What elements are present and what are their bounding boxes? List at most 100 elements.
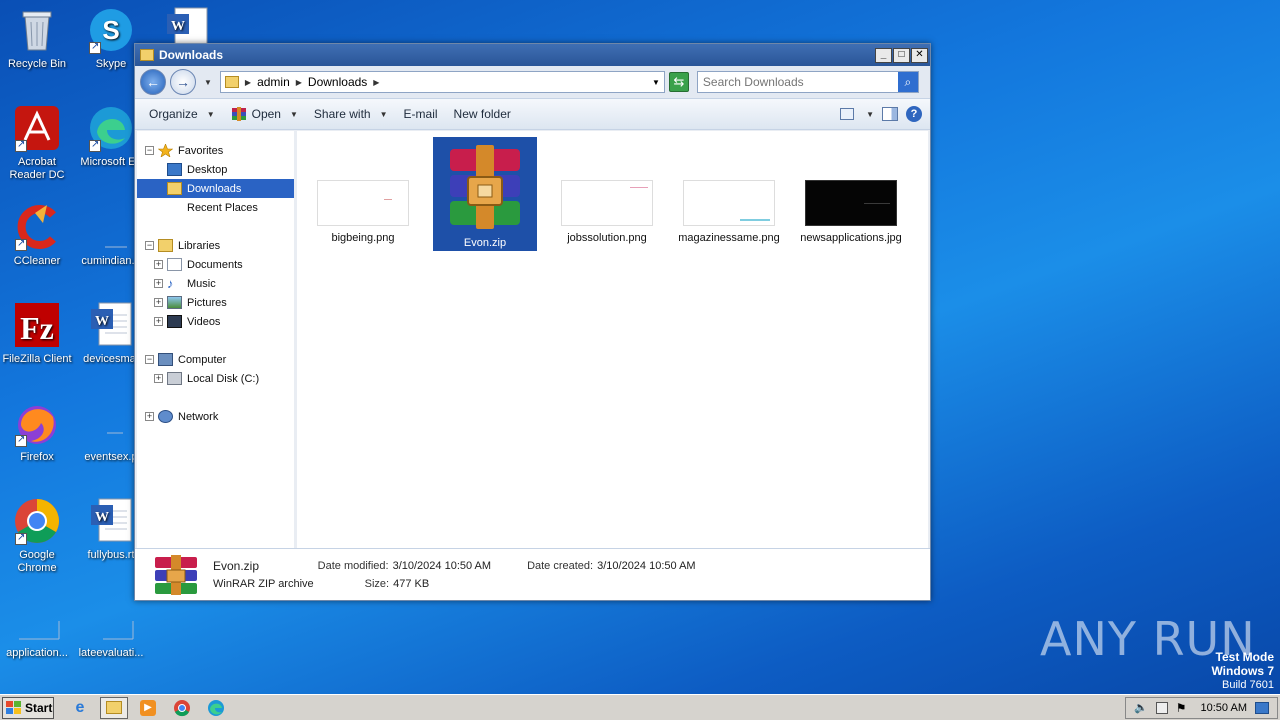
desktop-icon-ccleaner[interactable]: CCleaner <box>0 203 74 268</box>
preview-pane-icon[interactable] <box>882 107 898 121</box>
breadcrumb-admin[interactable]: admin <box>257 75 290 89</box>
volume-icon[interactable]: 🔈 <box>1134 701 1148 714</box>
nav-recent-places[interactable]: Recent Places <box>137 198 294 217</box>
taskbar-chrome[interactable] <box>168 697 196 719</box>
folder-icon <box>140 49 154 61</box>
search-icon[interactable]: ⌕ <box>897 72 918 92</box>
share-with-button[interactable]: Share with ▼ <box>308 102 394 126</box>
desktop-icon-acrobat[interactable]: Acrobat Reader DC <box>0 104 74 182</box>
chrome-icon <box>13 497 61 545</box>
nav-pictures[interactable]: + Pictures <box>137 293 294 312</box>
image-thumbnail <box>561 180 653 226</box>
nav-music[interactable]: + ♪ Music <box>137 274 294 293</box>
nav-local-disk[interactable]: + Local Disk (C:) <box>137 369 294 388</box>
change-view-icon[interactable] <box>840 108 855 120</box>
details-file-name: Evon.zip <box>213 558 260 573</box>
chevron-right-icon[interactable]: ▶ <box>296 78 302 87</box>
taskbar-explorer[interactable] <box>100 696 128 719</box>
help-icon[interactable]: ? <box>906 106 922 122</box>
show-desktop-icon[interactable] <box>1255 701 1269 714</box>
view-options-dropdown-icon[interactable]: ▼ <box>866 110 874 119</box>
nav-favorites[interactable]: − Favorites <box>137 141 294 160</box>
collapse-icon[interactable]: − <box>145 355 154 364</box>
nav-desktop[interactable]: Desktop <box>137 160 294 179</box>
refresh-button[interactable]: ⇆ <box>668 72 689 92</box>
start-button[interactable]: Start <box>2 696 54 719</box>
back-button[interactable]: ← <box>140 69 166 95</box>
taskbar-edge[interactable] <box>202 697 230 719</box>
breadcrumb-downloads[interactable]: Downloads <box>308 75 367 89</box>
nav-downloads[interactable]: Downloads <box>137 179 294 198</box>
network-status-icon[interactable] <box>1155 701 1168 714</box>
maximize-button[interactable]: □ <box>893 47 910 63</box>
file-item[interactable]: bigbeing.png <box>311 131 415 245</box>
nav-computer[interactable]: − Computer <box>137 350 294 369</box>
expand-icon[interactable]: + <box>145 412 154 421</box>
expand-icon[interactable]: + <box>154 298 163 307</box>
address-bar-row: ← → ▼ ▶ admin ▶ Downloads ▶ ▼ ⇆ ⌕ <box>135 66 930 98</box>
watermark-line1: Test Mode <box>1215 650 1274 664</box>
nav-label: Libraries <box>178 239 221 252</box>
command-bar: Organize ▼ Open ▼ Share with ▼ E-mail Ne… <box>135 98 930 130</box>
desktop-icon-application[interactable]: application... <box>0 595 74 660</box>
file-item[interactable]: magazinessame.png <box>677 131 781 245</box>
clock[interactable]: 10:50 AM <box>1201 702 1247 714</box>
file-list[interactable]: bigbeing.png Evon.zip jobssolution.png m… <box>297 131 928 548</box>
chevron-right-icon[interactable]: ▶ <box>373 78 379 87</box>
search-input[interactable] <box>697 72 898 92</box>
desktop-icon-label: CCleaner <box>13 255 61 267</box>
forward-button[interactable]: → <box>170 69 196 95</box>
title-bar[interactable]: Downloads _ □ ✕ <box>135 44 930 66</box>
open-label: Open <box>251 107 281 121</box>
desktop-icon-label: cumindian.p <box>81 255 141 267</box>
size-value: 477 KB <box>393 577 430 590</box>
chevron-right-icon[interactable]: ▶ <box>245 78 251 87</box>
expand-icon[interactable]: + <box>154 279 163 288</box>
desktop-icon-firefox[interactable]: Firefox <box>0 399 74 464</box>
expand-icon[interactable]: + <box>154 374 163 383</box>
nav-network[interactable]: + Network <box>137 407 294 426</box>
open-button[interactable]: Open ▼ <box>225 102 304 126</box>
email-button[interactable]: E-mail <box>398 102 444 126</box>
nav-label: Pictures <box>187 296 227 309</box>
file-item[interactable]: newsapplications.jpg <box>799 131 903 245</box>
skype-icon: S <box>87 6 135 54</box>
nav-videos[interactable]: + Videos <box>137 312 294 331</box>
file-name: magazinessame.png <box>678 232 780 244</box>
file-item-selected[interactable]: Evon.zip <box>433 137 537 251</box>
desktop-icon-recycle-bin[interactable]: Recycle Bin <box>0 6 74 71</box>
taskbar-ie[interactable]: e <box>66 697 94 719</box>
nav-libraries[interactable]: − Libraries <box>137 236 294 255</box>
nav-documents[interactable]: + Documents <box>137 255 294 274</box>
action-center-flag-icon[interactable]: ⚑ <box>1176 701 1187 715</box>
collapse-icon[interactable]: − <box>145 241 154 250</box>
nav-label: Music <box>187 277 216 290</box>
desktop-icon-label: devicesmat <box>83 353 139 365</box>
nav-label: Network <box>178 410 219 423</box>
recent-places-icon <box>167 201 182 214</box>
desktop-icon-filezilla[interactable]: Fz FileZilla Client <box>0 301 74 366</box>
shortcut-arrow-icon <box>15 531 27 545</box>
address-field[interactable]: ▶ admin ▶ Downloads ▶ ▼ <box>219 71 665 93</box>
downloads-folder-icon <box>167 182 182 195</box>
nav-label: Videos <box>187 315 221 328</box>
close-button[interactable]: ✕ <box>911 47 928 63</box>
organize-button[interactable]: Organize ▼ <box>143 102 221 126</box>
shortcut-arrow-icon <box>15 237 27 251</box>
desktop-icon-chrome[interactable]: Google Chrome <box>0 497 74 575</box>
minimize-button[interactable]: _ <box>875 47 892 63</box>
videos-icon <box>167 315 182 328</box>
navigation-pane[interactable]: − Favorites Desktop Downloads Recent Pla… <box>137 131 294 548</box>
expand-icon[interactable]: + <box>154 260 163 269</box>
desktop-icon-lateevaluati[interactable]: lateevaluati... <box>74 595 148 660</box>
collapse-icon[interactable]: − <box>145 146 154 155</box>
address-history-dropdown-icon[interactable]: ▼ <box>652 78 660 87</box>
taskbar-media-player[interactable]: ▶ <box>134 697 162 719</box>
expand-icon[interactable]: + <box>154 317 163 326</box>
nav-label: Local Disk (C:) <box>187 372 260 385</box>
desktop-icon-label: Google Chrome <box>17 549 57 574</box>
new-folder-button[interactable]: New folder <box>448 102 517 126</box>
recent-pages-dropdown-icon[interactable]: ▼ <box>204 78 212 87</box>
file-item[interactable]: jobssolution.png <box>555 131 659 245</box>
svg-text:Fz: Fz <box>20 310 54 346</box>
